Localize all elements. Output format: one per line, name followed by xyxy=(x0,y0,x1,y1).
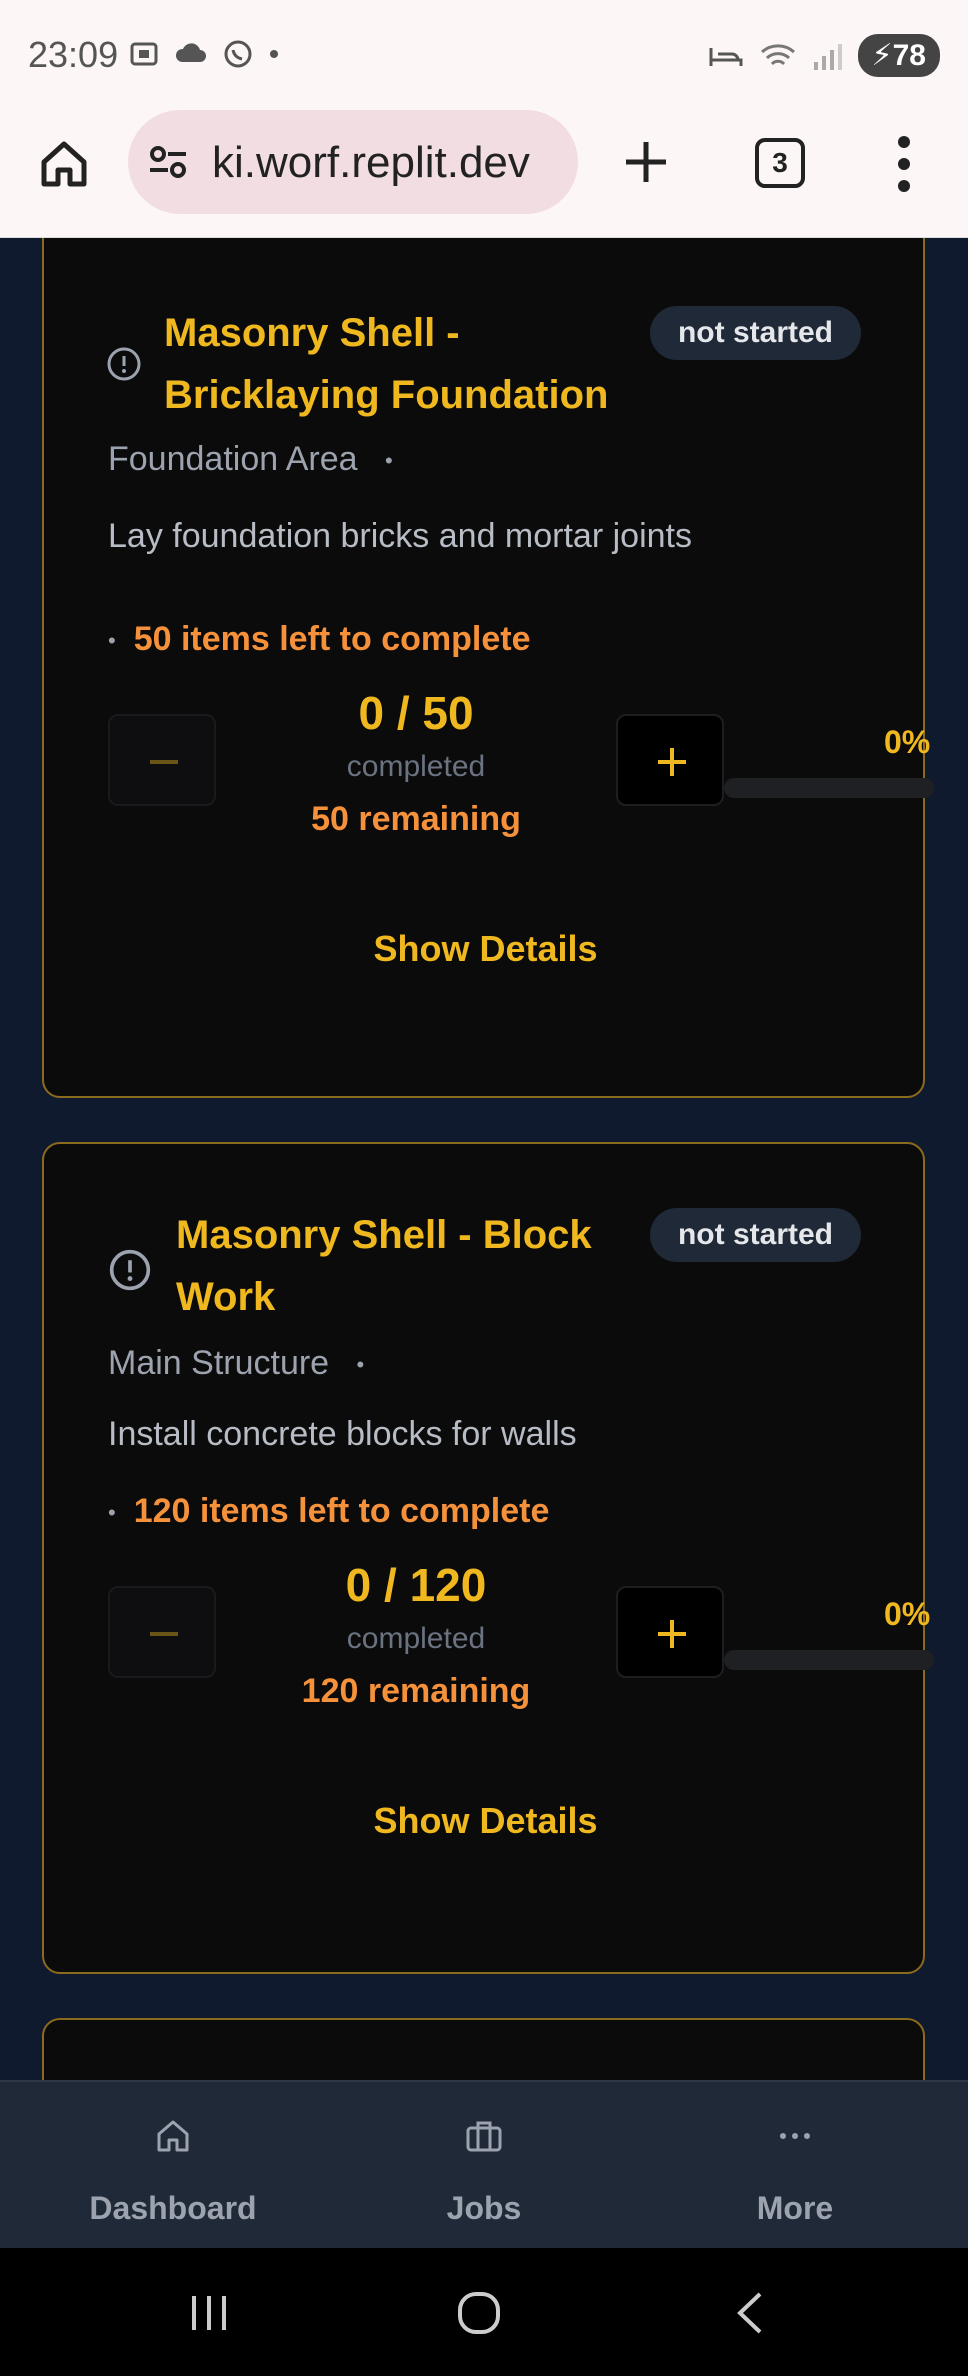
decrement-button[interactable] xyxy=(108,1586,216,1678)
progress-count: 0 / 120 xyxy=(345,1559,487,1611)
whatsapp-icon xyxy=(224,40,252,68)
bottom-navigation: Dashboard Jobs More xyxy=(0,2080,968,2248)
completed-label: completed xyxy=(346,1622,486,1655)
recent-apps-icon[interactable] xyxy=(184,2288,234,2338)
status-badge: not started xyxy=(649,1208,861,1262)
show-details-button[interactable]: Show Details xyxy=(44,928,927,970)
progress-percent: 0% xyxy=(884,724,931,760)
home-button-icon[interactable] xyxy=(36,136,92,192)
nav-label: Jobs xyxy=(446,2190,522,2226)
decrement-button[interactable] xyxy=(108,714,216,806)
increment-button[interactable] xyxy=(616,1586,724,1678)
location-separator: • xyxy=(356,1352,365,1378)
progress-bar xyxy=(724,1650,934,1670)
alert-circle-icon xyxy=(109,1249,151,1291)
system-navigation-bar xyxy=(0,2248,968,2376)
alert-circle-icon xyxy=(107,347,141,381)
task-card: Masonry Shell - Block Work not started M… xyxy=(42,1142,934,1974)
overflow-menu-icon[interactable] xyxy=(896,134,912,194)
plus-icon xyxy=(658,748,686,776)
location-separator: • xyxy=(384,448,393,474)
notification-dot-icon xyxy=(270,50,278,58)
briefcase-icon xyxy=(466,2121,502,2152)
home-icon xyxy=(157,2120,189,2152)
task-description: Install concrete blocks for walls xyxy=(108,1415,577,1453)
wifi-icon xyxy=(760,43,795,65)
url-text[interactable]: ki.worf.replit.dev xyxy=(212,138,572,188)
task-location: Main Structure • xyxy=(108,1344,365,1382)
minus-icon xyxy=(150,760,178,764)
plus-icon xyxy=(658,1620,686,1648)
task-location: Foundation Area • xyxy=(108,440,393,478)
task-list: Masonry Shell - Bricklaying Foundation n… xyxy=(0,238,968,2080)
bullet: • xyxy=(108,628,116,654)
status-badge: not started xyxy=(649,306,861,360)
status-bar: 23:09 ⚡78 xyxy=(0,0,968,110)
items-left-text: • 120 items left to complete xyxy=(108,1492,550,1530)
home-circle-icon[interactable] xyxy=(454,2288,504,2338)
task-card xyxy=(42,2018,925,2080)
address-bar[interactable]: ki.worf.replit.dev xyxy=(128,110,578,214)
nav-label: More xyxy=(756,2190,834,2226)
task-description: Lay foundation bricks and mortar joints xyxy=(108,517,692,555)
back-icon[interactable] xyxy=(726,2288,776,2338)
nav-more[interactable]: More xyxy=(634,2082,956,2250)
task-title: Masonry Shell - Block Work xyxy=(176,1213,592,1319)
progress-percent: 0% xyxy=(884,1596,931,1632)
progress-bar xyxy=(724,778,934,798)
cloud-icon xyxy=(175,43,206,62)
sleep-icon xyxy=(709,47,743,66)
show-details-button[interactable]: Show Details xyxy=(44,1800,927,1842)
nav-label: Dashboard xyxy=(89,2190,257,2226)
nav-dashboard[interactable]: Dashboard xyxy=(12,2082,334,2250)
task-title: Masonry Shell - Bricklaying Foundation xyxy=(164,311,609,417)
status-time: 23:09 xyxy=(28,34,119,75)
increment-button[interactable] xyxy=(616,714,724,806)
task-card: Masonry Shell - Bricklaying Foundation n… xyxy=(42,238,934,1098)
nav-jobs[interactable]: Jobs xyxy=(323,2082,645,2250)
battery-indicator: ⚡78 xyxy=(857,34,940,77)
minus-icon xyxy=(150,1632,178,1636)
items-left-text: • 50 items left to complete xyxy=(108,620,531,658)
battery-bolt-icon: ⚡ xyxy=(871,39,893,72)
bullet: • xyxy=(108,1500,116,1526)
site-settings-icon[interactable] xyxy=(146,140,190,184)
completed-label: completed xyxy=(346,750,486,783)
new-tab-icon[interactable] xyxy=(618,134,674,190)
browser-toolbar: ki.worf.replit.dev 3 xyxy=(0,110,968,238)
remaining-label: 120 remaining xyxy=(301,1672,531,1710)
more-dots-icon xyxy=(780,2133,810,2139)
progress-count: 0 / 50 xyxy=(358,687,474,739)
screenshot-icon xyxy=(130,42,158,66)
remaining-label: 50 remaining xyxy=(311,800,521,838)
tab-switcher-button[interactable]: 3 xyxy=(755,138,805,188)
signal-icon xyxy=(813,43,842,70)
